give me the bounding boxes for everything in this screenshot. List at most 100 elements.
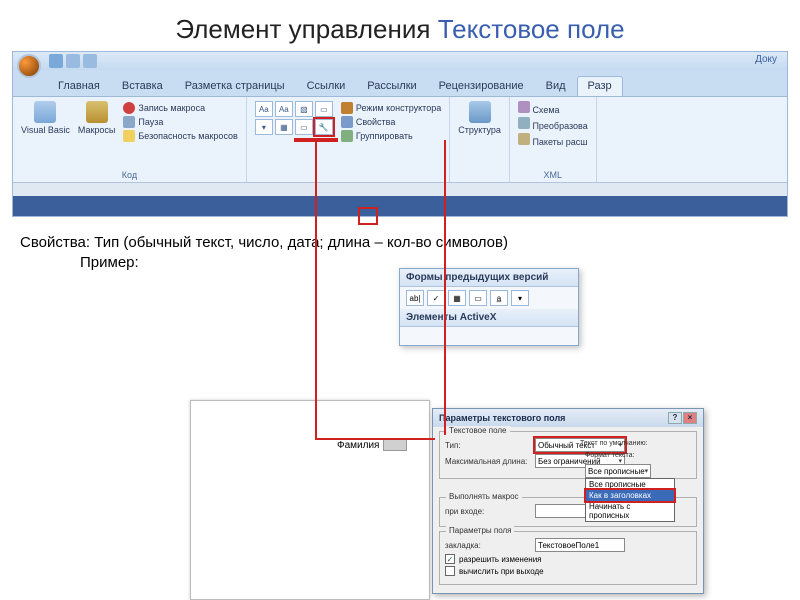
bookmark-label: закладка: [445, 541, 531, 550]
format-opt-2[interactable]: Начинать с прописных [586, 501, 674, 521]
legacy-control-0[interactable]: ab| [406, 290, 424, 306]
activex-row [400, 327, 578, 345]
legacy-control-5[interactable]: ▾ [511, 290, 529, 306]
allow-changes-checkbox[interactable]: ✓разрешить изменения [445, 554, 691, 564]
bookmark-input[interactable]: ТекстовоеПоле1 [535, 538, 625, 552]
tab-7[interactable]: Разр [577, 76, 623, 96]
help-button[interactable]: ? [668, 412, 682, 424]
titlebar: Доку [13, 52, 787, 70]
format-dropdown-list[interactable]: Все прописные Как в заголовках Начинать … [585, 478, 675, 522]
group-xml: Схема Преобразова Пакеты расш XML [510, 97, 597, 182]
tab-2[interactable]: Разметка страницы [174, 76, 296, 96]
properties-button[interactable]: Свойства [341, 115, 441, 129]
surname-textbox[interactable] [383, 439, 407, 451]
legacy-forms-header: Формы предыдущих версий [400, 269, 578, 287]
fieldset-textfield-legend: Текстовое поле [446, 426, 510, 435]
fieldset-fieldparams: Параметры поля закладка:ТекстовоеПоле1 ✓… [439, 531, 697, 585]
format-select[interactable]: Все прописные▾ [585, 464, 651, 478]
tab-5[interactable]: Рецензирование [428, 76, 535, 96]
tab-0[interactable]: Главная [47, 76, 111, 96]
redo-icon[interactable] [83, 54, 97, 68]
annotation-line [444, 140, 446, 435]
pause-button[interactable]: Пауза [123, 115, 237, 129]
calc-on-exit-checkbox[interactable]: вычислить при выходе [445, 566, 691, 576]
activex-header: Элементы ActiveX [400, 309, 578, 327]
document-area [13, 196, 787, 216]
slide-title-text: Элемент управления [175, 14, 437, 44]
macro-commands: Запись макроса Пауза Безопасность макрос… [123, 101, 237, 143]
ruler [13, 182, 787, 196]
dialog-title-text: Параметры текстового поля [439, 413, 565, 423]
dialog-titlebar: Параметры текстового поля ? × [433, 409, 703, 427]
transform-button[interactable]: Преобразова [518, 117, 588, 133]
control-picture[interactable]: ▧ [295, 101, 313, 117]
tab-3[interactable]: Ссылки [296, 76, 357, 96]
control-legacy-tools[interactable]: 🔧 [315, 119, 333, 135]
controls-grid: Aa Aa ▧ ▭ ▾ ▦ ▭ 🔧 [255, 101, 333, 135]
macro-security-button[interactable]: Безопасность макросов [123, 129, 237, 143]
control-text[interactable]: Aa [275, 101, 293, 117]
fieldset-macro-legend: Выполнять макрос [446, 492, 522, 501]
record-macro-button[interactable]: Запись макроса [123, 101, 237, 115]
group-structure: Структура [450, 97, 510, 182]
control-date[interactable]: ▦ [275, 119, 293, 135]
type-label: Тип: [445, 441, 531, 450]
text-field-params-dialog: Параметры текстового поля ? × Текстовое … [432, 408, 704, 594]
design-icon [341, 102, 353, 114]
undo-icon[interactable] [66, 54, 80, 68]
control-combo[interactable]: ▭ [315, 101, 333, 117]
warning-icon [123, 130, 135, 142]
ribbon-tabs: ГлавнаяВставкаРазметка страницыСсылкиРас… [13, 76, 787, 96]
structure-button[interactable]: Структура [458, 101, 501, 135]
word-window: Доку ГлавнаяВставкаРазметка страницыСсыл… [12, 51, 788, 217]
props-icon [341, 116, 353, 128]
legacy-control-3[interactable]: ▭ [469, 290, 487, 306]
tab-4[interactable]: Рассылки [356, 76, 427, 96]
record-icon [123, 102, 135, 114]
example-area: Фамилия Параметры текстового поля ? × Те… [0, 400, 800, 600]
annotation-line [315, 140, 317, 440]
document-title: Доку [755, 54, 777, 65]
design-mode-button[interactable]: Режим конструктора [341, 101, 441, 115]
visual-basic-button[interactable]: Visual Basic [21, 101, 70, 135]
format-opt-1[interactable]: Как в заголовках [586, 490, 674, 501]
control-block[interactable]: ▭ [295, 119, 313, 135]
legacy-control-4[interactable]: a̲ [490, 290, 508, 306]
slide-title-accent: Текстовое поле [438, 14, 625, 44]
ribbon: Visual Basic Макросы Запись макроса Пауз… [13, 96, 787, 182]
control-dropdown[interactable]: ▾ [255, 119, 273, 135]
surname-field: Фамилия [337, 439, 407, 451]
tab-1[interactable]: Вставка [111, 76, 174, 96]
save-icon[interactable] [49, 54, 63, 68]
office-button[interactable] [17, 54, 41, 78]
legacy-control-2[interactable]: ▦ [448, 290, 466, 306]
properties-description: Свойства: Тип (обычный текст, число, дат… [20, 233, 780, 253]
surname-label: Фамилия [337, 440, 379, 451]
pause-icon [123, 116, 135, 128]
tab-6[interactable]: Вид [535, 76, 577, 96]
close-button[interactable]: × [683, 412, 697, 424]
group-code-label: Код [122, 170, 137, 180]
annotation-box-tab [294, 138, 338, 142]
schema-icon [518, 101, 530, 113]
expansion-packs-button[interactable]: Пакеты расш [518, 133, 588, 149]
group-control-button[interactable]: Группировать [341, 129, 441, 143]
control-richtext[interactable]: Aa [255, 101, 273, 117]
maxlen-label: Максимальная длина: [445, 457, 531, 466]
group-controls-label [347, 170, 350, 180]
legacy-control-1[interactable]: ✓ [427, 290, 445, 306]
annotation-line [315, 438, 435, 440]
transform-icon [518, 117, 530, 129]
entry-macro-label: при входе: [445, 507, 531, 516]
macros-button[interactable]: Макросы [78, 101, 116, 135]
fieldset-params-legend: Параметры поля [446, 526, 514, 535]
format-opt-0[interactable]: Все прописные [586, 479, 674, 490]
annotation-box-legacy [358, 207, 378, 225]
legacy-forms-popup: Формы предыдущих версий ab|✓▦▭a̲▾ Элемен… [399, 268, 579, 346]
format-label: Формат текста: [585, 452, 634, 459]
schema-button[interactable]: Схема [518, 101, 588, 117]
group-code: Visual Basic Макросы Запись макроса Пауз… [13, 97, 247, 182]
group-controls: Aa Aa ▧ ▭ ▾ ▦ ▭ 🔧 Режим конструктора Сво… [247, 97, 450, 182]
group-icon [341, 130, 353, 142]
controls-props: Режим конструктора Свойства Группировать [341, 101, 441, 143]
